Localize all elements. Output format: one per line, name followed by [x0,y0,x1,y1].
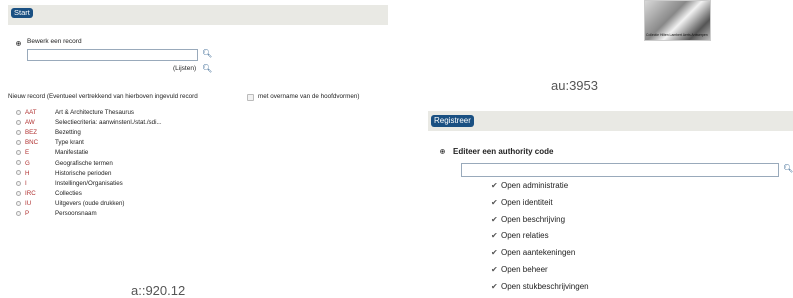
record-type-radio[interactable] [16,150,21,156]
record-type-label: Selectiecriteria: aanwinstenl./stat./sdi… [55,119,162,127]
open-option-label: Open relaties [501,231,549,241]
record-type-radio[interactable] [16,180,21,186]
right-toolbar [428,111,793,131]
search-icon[interactable]: 🔍︎ [202,50,212,58]
record-type-code: P [25,210,30,217]
record-type-label: Art & Architecture Thesaurus [55,109,134,116]
open-option-label: Open beschrijving [501,214,566,224]
edit-record-label: Bewerk een record [27,38,82,45]
record-type-label: Geografische termen [55,159,113,167]
record-type-label: Uitgevers (oude drukken) [55,199,125,207]
with-headings-checkbox[interactable] [247,94,254,101]
start-button[interactable]: Start [11,8,33,18]
lists-link[interactable]: (Lijsten) [173,64,196,74]
record-type-item[interactable]: IU Uitgevers (oude drukken) [16,199,124,208]
record-type-radio[interactable] [16,109,21,115]
record-type-code: AW [25,119,35,127]
record-type-code: BNC [25,139,39,147]
record-type-code: G [25,159,30,167]
record-type-label: Type krant [55,139,84,147]
record-type-label: Bezetting [55,129,81,137]
edit-record-input[interactable] [27,49,198,61]
record-type-item[interactable]: H Historische perioden [16,169,111,178]
with-headings-label: met overname van de hoofdvormen) [258,93,360,100]
checkmark-icon[interactable]: ✔ [491,215,501,225]
open-option-item[interactable]: ✔ Open beheer [491,265,548,275]
record-type-code: IU [25,199,32,207]
open-option-label: Open aantekeningen [501,248,576,258]
record-type-radio[interactable] [16,140,21,146]
thumbnail-caption: Collectie Hilten Lambert Aerts Antwerpen [646,33,708,37]
record-type-radio[interactable] [16,160,21,166]
record-type-code: IRC [25,189,36,197]
record-type-code: AAT [25,109,37,116]
open-option-item[interactable]: ✔ Open stukbeschrijvingen [491,282,589,292]
open-option-label: Open stukbeschrijvingen [501,281,589,291]
checkmark-icon[interactable]: ✔ [491,181,501,191]
open-option-item[interactable]: ✔ Open beschrijving [491,215,565,225]
record-type-item[interactable]: BEZ Bezetting [16,128,81,137]
right-caption: au:3953 [551,78,598,93]
record-type-code: E [25,149,30,157]
edit-record-radio[interactable] [16,41,21,46]
authority-search-icon[interactable]: 🔍︎ [783,165,793,173]
record-type-item[interactable]: IRC Collecties [16,189,82,198]
record-type-radio[interactable] [16,190,21,196]
open-option-label: Open administratie [501,181,569,190]
record-type-radio[interactable] [16,210,21,216]
record-type-item[interactable]: P Persoonsnaam [16,209,97,218]
record-type-radio[interactable] [16,200,21,206]
checkmark-icon[interactable]: ✔ [491,248,501,258]
record-type-radio[interactable] [16,130,21,136]
record-type-item[interactable]: AAT Art & Architecture Thesaurus [16,108,134,117]
new-record-label: Nieuw record (Eventueel vertrekkend van … [8,93,198,100]
edit-authority-label: Editeer een authority code [453,147,554,156]
record-type-item[interactable]: I Instellingen/Organisaties [16,179,123,188]
left-toolbar [8,5,388,25]
record-type-code: BEZ [25,129,38,137]
open-option-item[interactable]: ✔ Open aantekeningen [491,248,575,258]
record-type-code: I [25,179,27,187]
record-type-label: Instellingen/Organisaties [55,179,123,187]
checkmark-icon[interactable]: ✔ [491,265,501,275]
open-option-item[interactable]: ✔ Open administratie [491,181,568,191]
record-type-label: Collecties [55,189,82,197]
record-type-code: H [25,169,30,177]
record-type-label: Historische perioden [55,169,112,177]
edit-authority-radio[interactable] [440,149,445,154]
open-option-item[interactable]: ✔ Open relaties [491,231,549,241]
open-option-label: Open beheer [501,265,548,274]
record-type-item[interactable]: AW Selectiecriteria: aanwinstenl./stat./s… [16,118,162,127]
open-option-label: Open identiteit [501,197,553,207]
open-option-item[interactable]: ✔ Open identiteit [491,198,553,208]
record-type-label: Persoonsnaam [55,210,97,217]
record-type-item[interactable]: G Geografische termen [16,159,113,168]
left-caption: a::920.12 [131,283,186,298]
record-type-item[interactable]: BNC Type krant [16,138,84,147]
lists-search-icon[interactable]: 🔍︎ [202,65,212,73]
record-type-label: Manifestatie [55,149,89,157]
record-type-item[interactable]: E Manifestatie [16,148,88,157]
record-type-radio[interactable] [16,119,21,125]
checkmark-icon[interactable]: ✔ [491,282,501,292]
record-type-radio[interactable] [16,170,21,176]
register-button[interactable]: Registreer [431,115,474,127]
checkmark-icon[interactable]: ✔ [491,198,501,208]
authority-input[interactable] [461,163,779,177]
checkmark-icon[interactable]: ✔ [491,231,501,241]
